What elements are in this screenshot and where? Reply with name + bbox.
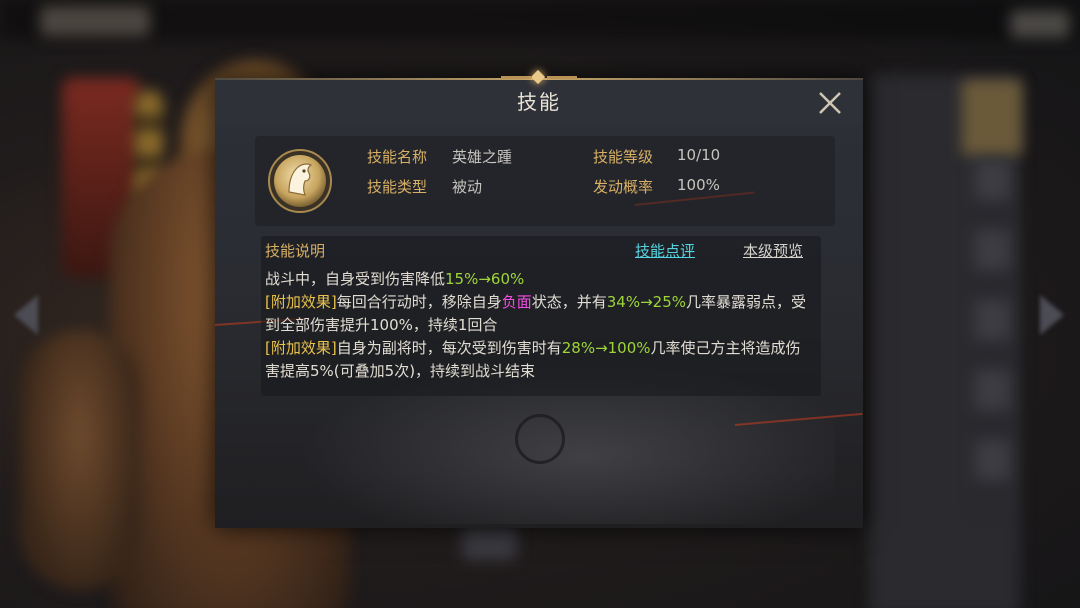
close-button[interactable] xyxy=(815,88,845,118)
description-title: 技能说明 xyxy=(265,242,326,260)
skill-info-box xyxy=(255,136,835,226)
skill-type-value: 被动 xyxy=(452,178,483,196)
top-right-button-bg xyxy=(1010,10,1070,38)
prev-arrow-icon[interactable] xyxy=(14,295,38,335)
right-side-tabs-bg xyxy=(975,160,1010,510)
skill-name-label: 技能名称 xyxy=(367,148,428,166)
skill-level-label: 技能等级 xyxy=(593,148,654,166)
scene-wheel-icon xyxy=(515,414,565,464)
next-arrow-icon[interactable] xyxy=(1040,295,1064,335)
skill-description-box: 技能说明 技能点评 本级预览 战斗中，自身受到伤害降低15%→60% [附加效果… xyxy=(261,236,821,396)
top-bar-bg xyxy=(0,0,1080,40)
description-text: 战斗中，自身受到伤害降低15%→60% [附加效果]每回合行动时，移除自身负面状… xyxy=(265,268,813,383)
skill-dialog: 技能 技能名称 英雄之踵 技能等级 10/10 技能类型 被动 发动概率 100… xyxy=(215,69,863,528)
skill-type-label: 技能类型 xyxy=(367,178,428,196)
expose-chance-value: 34%→25% xyxy=(606,293,687,311)
dialog-body: 技能名称 英雄之踵 技能等级 10/10 技能类型 被动 发动概率 100% 技… xyxy=(215,124,863,528)
skill-level-value: 10/10 xyxy=(677,146,721,164)
hero-arm-bg xyxy=(20,330,140,590)
trigger-rate-value: 100% xyxy=(677,176,720,194)
trigger-rate-label: 发动概率 xyxy=(593,178,654,196)
effect-tag: [附加效果] xyxy=(265,339,337,357)
desc-line2-text-b: 状态，并有 xyxy=(531,293,607,311)
damage-reduction-value: 15%→60% xyxy=(445,270,525,288)
desc-line1-text: 战斗中，自身受到伤害降低 xyxy=(265,270,446,288)
effect-tag: [附加效果] xyxy=(265,293,337,311)
top-left-button-bg xyxy=(40,6,150,36)
dialog-header: 技能 xyxy=(215,80,863,124)
horse-head-icon xyxy=(267,148,333,214)
ornament-right xyxy=(547,76,577,79)
close-icon xyxy=(819,92,841,114)
skill-name-value: 英雄之踵 xyxy=(452,148,513,166)
buff-chance-value: 28%→100% xyxy=(561,339,651,357)
level-preview-link[interactable]: 本级预览 xyxy=(743,240,803,261)
dialog-title: 技能 xyxy=(517,90,561,114)
right-panel-block-bg xyxy=(962,80,1022,155)
negative-status-keyword: 负面 xyxy=(501,293,532,311)
desc-line3-text-a: 自身为副将时，每次受到伤害时有 xyxy=(336,339,562,357)
skill-review-link[interactable]: 技能点评 xyxy=(635,240,695,261)
ornament-left xyxy=(501,76,531,79)
bottom-button-bg xyxy=(462,525,517,560)
desc-line2-text-a: 每回合行动时，移除自身 xyxy=(336,293,502,311)
